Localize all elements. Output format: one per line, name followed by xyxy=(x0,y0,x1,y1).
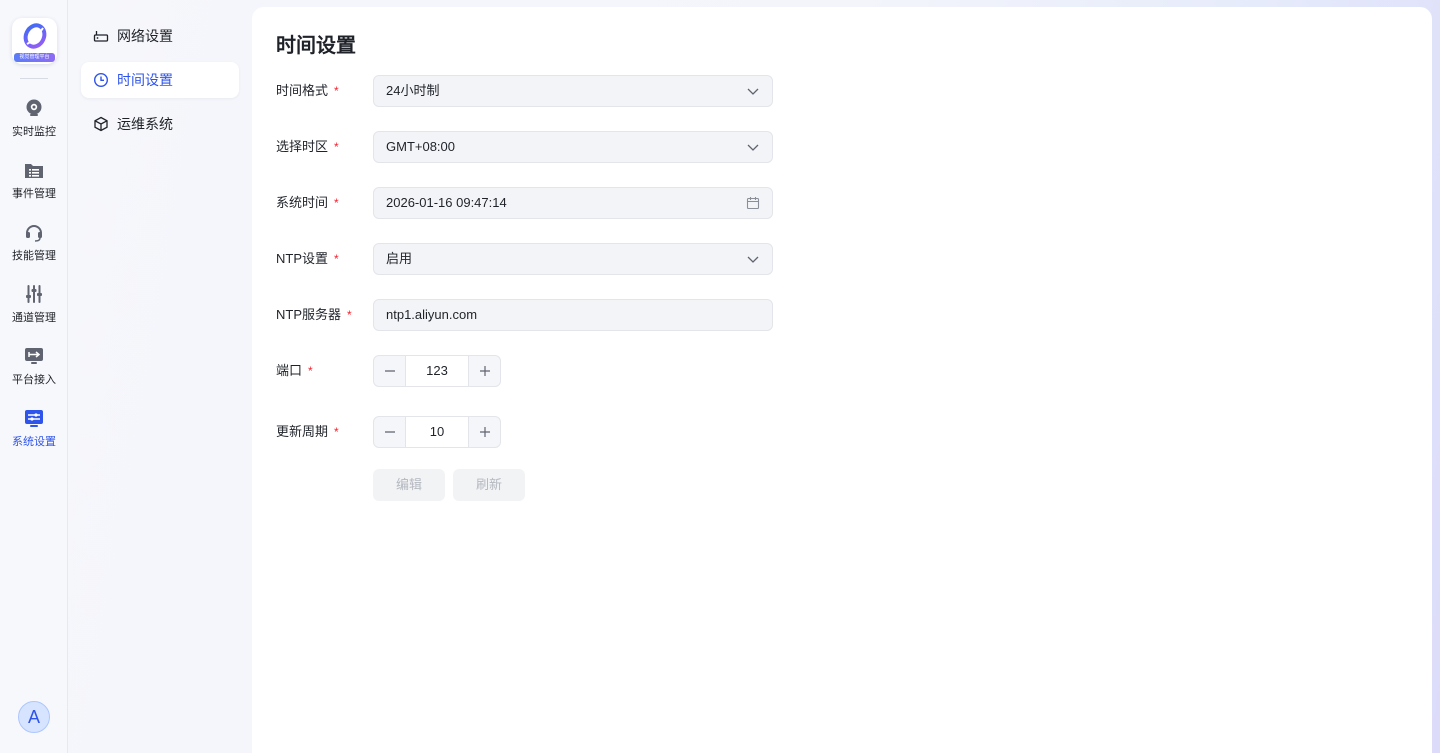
chevron-down-icon xyxy=(747,144,759,151)
select-value: GMT+08:00 xyxy=(386,139,456,154)
form-row-ntp: NTP设置 * 启用 xyxy=(276,243,876,275)
minus-icon xyxy=(385,431,395,433)
port-input[interactable]: 123 xyxy=(406,356,468,386)
select-value: 24小时制 xyxy=(386,83,440,98)
rail-item-label: 平台接入 xyxy=(12,374,56,386)
rail-item-system-settings[interactable]: 系统设置 xyxy=(0,408,68,460)
period-increment-button[interactable] xyxy=(468,417,500,447)
chevron-down-icon xyxy=(747,88,759,95)
form-label: NTP设置 * xyxy=(276,251,339,266)
required-mark: * xyxy=(334,84,339,98)
page-title: 时间设置 xyxy=(276,35,356,57)
form-label: 选择时区 * xyxy=(276,139,339,154)
router-icon xyxy=(93,31,109,42)
select-value: 启用 xyxy=(386,251,413,266)
input-value: ntp1.aliyun.com xyxy=(386,307,478,322)
form-row-update-period: 更新周期 * 10 xyxy=(276,416,876,448)
form-label: 更新周期 * xyxy=(276,424,339,439)
port-increment-button[interactable] xyxy=(468,356,500,386)
refresh-button[interactable]: 刷新 xyxy=(453,469,525,501)
settings-submenu: 网络设置 时间设置 运维系统 xyxy=(69,0,251,753)
ntp-server-input[interactable]: ntp1.aliyun.com xyxy=(373,299,773,331)
rail-item-label: 技能管理 xyxy=(12,250,56,262)
required-mark: * xyxy=(334,140,339,154)
form-row-timezone: 选择时区 * GMT+08:00 xyxy=(276,131,876,163)
system-time-picker[interactable]: 2026-01-16 09:47:14 xyxy=(373,187,773,219)
plus-icon xyxy=(480,427,490,437)
submenu-item-label: 运维系统 xyxy=(117,116,173,132)
logo-text: 视觉管理平台 xyxy=(14,53,55,62)
rail-item-channels[interactable]: 通道管理 xyxy=(0,284,68,336)
period-decrement-button[interactable] xyxy=(374,417,406,447)
update-period-stepper: 10 xyxy=(373,416,501,448)
avatar[interactable]: A xyxy=(18,701,50,733)
chevron-down-icon xyxy=(747,256,759,263)
clock-icon xyxy=(93,72,109,88)
rail-item-label: 事件管理 xyxy=(12,188,56,200)
logo-icon xyxy=(23,23,47,49)
folder-list-icon xyxy=(25,164,43,178)
minus-icon xyxy=(385,370,395,372)
rail-item-label: 系统设置 xyxy=(12,436,56,448)
camera-icon xyxy=(26,99,42,116)
submenu-item-ops[interactable]: 运维系统 xyxy=(81,106,239,142)
form-row-time-format: 时间格式 * 24小时制 xyxy=(276,75,876,107)
rail-divider xyxy=(20,78,48,79)
form-label: 端口 * xyxy=(276,363,313,378)
edit-button[interactable]: 编辑 xyxy=(373,469,445,501)
form-label: 系统时间 * xyxy=(276,195,339,210)
required-mark: * xyxy=(347,308,352,322)
app-logo[interactable]: 视觉管理平台 xyxy=(12,18,57,64)
update-period-input[interactable]: 10 xyxy=(406,417,468,447)
required-mark: * xyxy=(334,196,339,210)
time-format-select[interactable]: 24小时制 xyxy=(373,75,773,107)
submenu-item-label: 网络设置 xyxy=(117,28,173,44)
timezone-select[interactable]: GMT+08:00 xyxy=(373,131,773,163)
required-mark: * xyxy=(308,364,313,378)
cube-icon xyxy=(94,116,108,132)
sliders-icon xyxy=(26,285,42,303)
form-row-system-time: 系统时间 * 2026-01-16 09:47:14 xyxy=(276,187,876,219)
required-mark: * xyxy=(334,425,339,439)
submenu-item-time[interactable]: 时间设置 xyxy=(81,62,239,98)
submenu-item-network[interactable]: 网络设置 xyxy=(81,18,239,54)
ntp-select[interactable]: 启用 xyxy=(373,243,773,275)
rail-item-label: 通道管理 xyxy=(12,312,56,324)
access-arrows-icon xyxy=(25,348,43,364)
rail-item-monitoring[interactable]: 实时监控 xyxy=(0,98,68,150)
form-row-ntp-server: NTP服务器 * ntp1.aliyun.com xyxy=(276,299,876,331)
calendar-icon xyxy=(746,197,760,210)
port-decrement-button[interactable] xyxy=(374,356,406,386)
form-label: NTP服务器 * xyxy=(276,307,352,322)
submenu-item-label: 时间设置 xyxy=(117,72,173,88)
form-row-port: 端口 * 123 xyxy=(276,355,876,387)
left-rail: 视觉管理平台 实时监控 事件管理 技能管理 通道管理 平台接入 系统设置 A xyxy=(0,0,68,753)
rail-item-events[interactable]: 事件管理 xyxy=(0,160,68,212)
form-label: 时间格式 * xyxy=(276,83,339,98)
rail-item-label: 实时监控 xyxy=(12,126,56,138)
rail-item-platform-access[interactable]: 平台接入 xyxy=(0,346,68,398)
headset-icon xyxy=(26,225,42,242)
plus-icon xyxy=(480,366,490,376)
settings-panel-icon xyxy=(25,410,43,427)
datetime-value: 2026-01-16 09:47:14 xyxy=(386,195,507,210)
port-stepper: 123 xyxy=(373,355,501,387)
rail-item-skills[interactable]: 技能管理 xyxy=(0,222,68,274)
required-mark: * xyxy=(334,252,339,266)
main-content: 时间设置 时间格式 * 24小时制 选择时区 * GMT+08:00 系统时间 * 2… xyxy=(252,7,1432,753)
